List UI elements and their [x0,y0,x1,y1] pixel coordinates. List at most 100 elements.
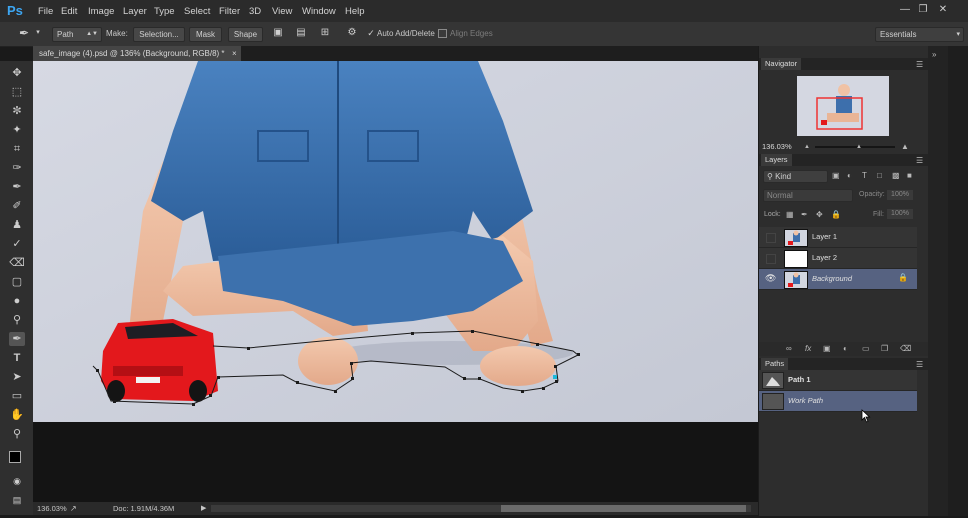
filter-smart-object-icon[interactable]: ▩ [892,171,900,181]
gear-icon[interactable]: ⚙ [346,27,358,39]
pen-tool-preset-icon[interactable]: ✒ [18,27,30,39]
opacity-value[interactable]: 100% [887,190,913,200]
hand-tool-icon[interactable]: ✋ [9,408,25,422]
panel-menu-icon[interactable]: ☰ [916,60,923,70]
zoom-out-icon[interactable]: ▲ [804,142,810,152]
add-mask-icon[interactable]: ▣ [823,344,831,354]
layer-row-background[interactable]: 👁 Background 🔒 [759,269,917,290]
brush-tool-icon[interactable]: ✐ [9,199,25,213]
menu-image[interactable]: Image [88,0,114,22]
eyedropper-tool-icon[interactable]: ✑ [9,161,25,175]
layer-row-layer-1[interactable]: Layer 1 [759,227,917,248]
close-tab-icon[interactable]: × [232,46,237,61]
blur-tool-icon[interactable]: ● [9,294,25,308]
lock-transparent-icon[interactable]: ▦ [786,210,794,220]
close-icon[interactable]: ✕ [936,3,950,17]
layer-filter-kind-select[interactable]: ⚲ Kind [763,170,828,183]
eye-icon[interactable]: 👁 [765,273,776,284]
workspace-select[interactable]: Essentials ▾ [875,27,964,42]
lasso-tool-icon[interactable]: ✼ [9,104,25,118]
layers-tab[interactable]: Layers [761,154,792,166]
minimize-icon[interactable]: — [898,3,912,17]
horizontal-scrollbar[interactable] [211,505,751,512]
shape-button[interactable]: Shape [228,27,263,42]
healing-brush-tool-icon[interactable]: ✒ [9,180,25,194]
restore-icon[interactable]: ❐ [916,3,930,17]
filter-pixel-icon[interactable]: ▣ [832,171,840,181]
menu-help[interactable]: Help [345,0,365,22]
visibility-toggle[interactable] [766,233,776,243]
layer-row-layer-2[interactable]: Layer 2 [759,248,917,269]
menu-layer[interactable]: Layer [123,0,147,22]
mask-button[interactable]: Mask [189,27,222,42]
navigator-tab[interactable]: Navigator [761,58,802,70]
magic-wand-tool-icon[interactable]: ✦ [9,123,25,137]
filter-toggle-icon[interactable]: ■ [907,171,912,181]
align-edges-checkbox[interactable] [438,29,447,38]
status-zoom[interactable]: 136.03% [37,502,67,515]
trash-icon[interactable]: ⌫ [900,344,911,354]
chevron-down-icon[interactable]: ▾ [32,27,44,39]
document-canvas[interactable] [33,61,758,422]
gradient-tool-icon[interactable]: ▢ [9,275,25,289]
adjustment-layer-icon[interactable]: ◐ [843,344,848,354]
path-row-path-1[interactable]: Path 1 [759,370,917,391]
menu-3d[interactable]: 3D [249,0,261,22]
zoom-slider-handle-icon[interactable]: ▲ [856,142,862,152]
path-arrangement-icon[interactable]: ⊞ [319,27,331,39]
filter-shape-icon[interactable]: □ [877,171,882,181]
navigator-zoom-slider[interactable] [815,146,895,148]
visibility-toggle[interactable] [766,254,776,264]
new-layer-icon[interactable]: ❐ [881,344,888,354]
navigator-zoom-value[interactable]: 136.03% [762,142,792,151]
share-icon[interactable]: ↗ [70,502,77,515]
document-tab[interactable]: safe_image (4).psd @ 136% (Background, R… [33,46,241,61]
menu-filter[interactable]: Filter [219,0,240,22]
pen-tool-icon[interactable]: ✒ [9,332,25,346]
paths-tab[interactable]: Paths [761,358,789,370]
menu-view[interactable]: View [272,0,292,22]
active-anchor-point[interactable] [553,375,557,379]
screen-mode-icon[interactable]: ▤ [9,493,25,507]
panel-scrollbar[interactable] [948,46,968,516]
menu-window[interactable]: Window [302,0,336,22]
rectangle-tool-icon[interactable]: ▭ [9,389,25,403]
quick-mask-icon[interactable]: ◉ [9,474,25,488]
new-group-icon[interactable]: ▭ [862,344,870,354]
type-tool-icon[interactable]: T [9,351,25,365]
auto-add-delete-checkbox[interactable]: ✓ [365,27,377,39]
eraser-tool-icon[interactable]: ⌫ [9,256,25,270]
menu-file[interactable]: File [38,0,53,22]
menu-select[interactable]: Select [184,0,210,22]
fx-icon[interactable]: fx [805,344,811,354]
lock-position-icon[interactable]: ✥ [816,210,823,220]
crop-tool-icon[interactable]: ⌗ [9,142,25,156]
zoom-tool-icon[interactable]: ⚲ [9,427,25,441]
marquee-tool-icon[interactable]: ⬚ [9,85,25,99]
filter-type-icon[interactable]: T [862,171,867,181]
path-operations-icon[interactable]: ▣ [272,27,284,39]
menu-edit[interactable]: Edit [61,0,77,22]
blend-mode-select[interactable]: Normal [763,189,853,202]
fill-value[interactable]: 100% [887,209,913,219]
link-layers-icon[interactable]: ∞ [786,344,792,354]
path-alignment-icon[interactable]: ▤ [295,27,307,39]
filter-adjustment-icon[interactable]: ◐ [847,171,852,181]
clone-stamp-tool-icon[interactable]: ♟ [9,218,25,232]
dodge-tool-icon[interactable]: ⚲ [9,313,25,327]
menu-type[interactable]: Type [154,0,175,22]
navigator-thumbnail[interactable] [797,76,889,136]
selection-button[interactable]: Selection... [133,27,185,42]
history-brush-tool-icon[interactable]: ✓ [9,237,25,251]
zoom-in-icon[interactable]: ▲ [901,142,909,152]
foreground-color-swatch[interactable] [9,451,21,463]
move-tool-icon[interactable]: ✥ [9,66,25,80]
panel-menu-icon[interactable]: ☰ [916,360,923,370]
collapse-panels-icon[interactable]: » [932,50,936,60]
scrollbar-thumb[interactable] [501,505,746,512]
panel-menu-icon[interactable]: ☰ [916,156,923,166]
status-menu-arrow-icon[interactable]: ▶ [201,502,206,515]
tool-mode-select[interactable]: Path ▲▼ [52,27,102,42]
lock-image-icon[interactable]: ✒ [801,210,808,220]
path-row-work-path[interactable]: Work Path [759,391,917,412]
